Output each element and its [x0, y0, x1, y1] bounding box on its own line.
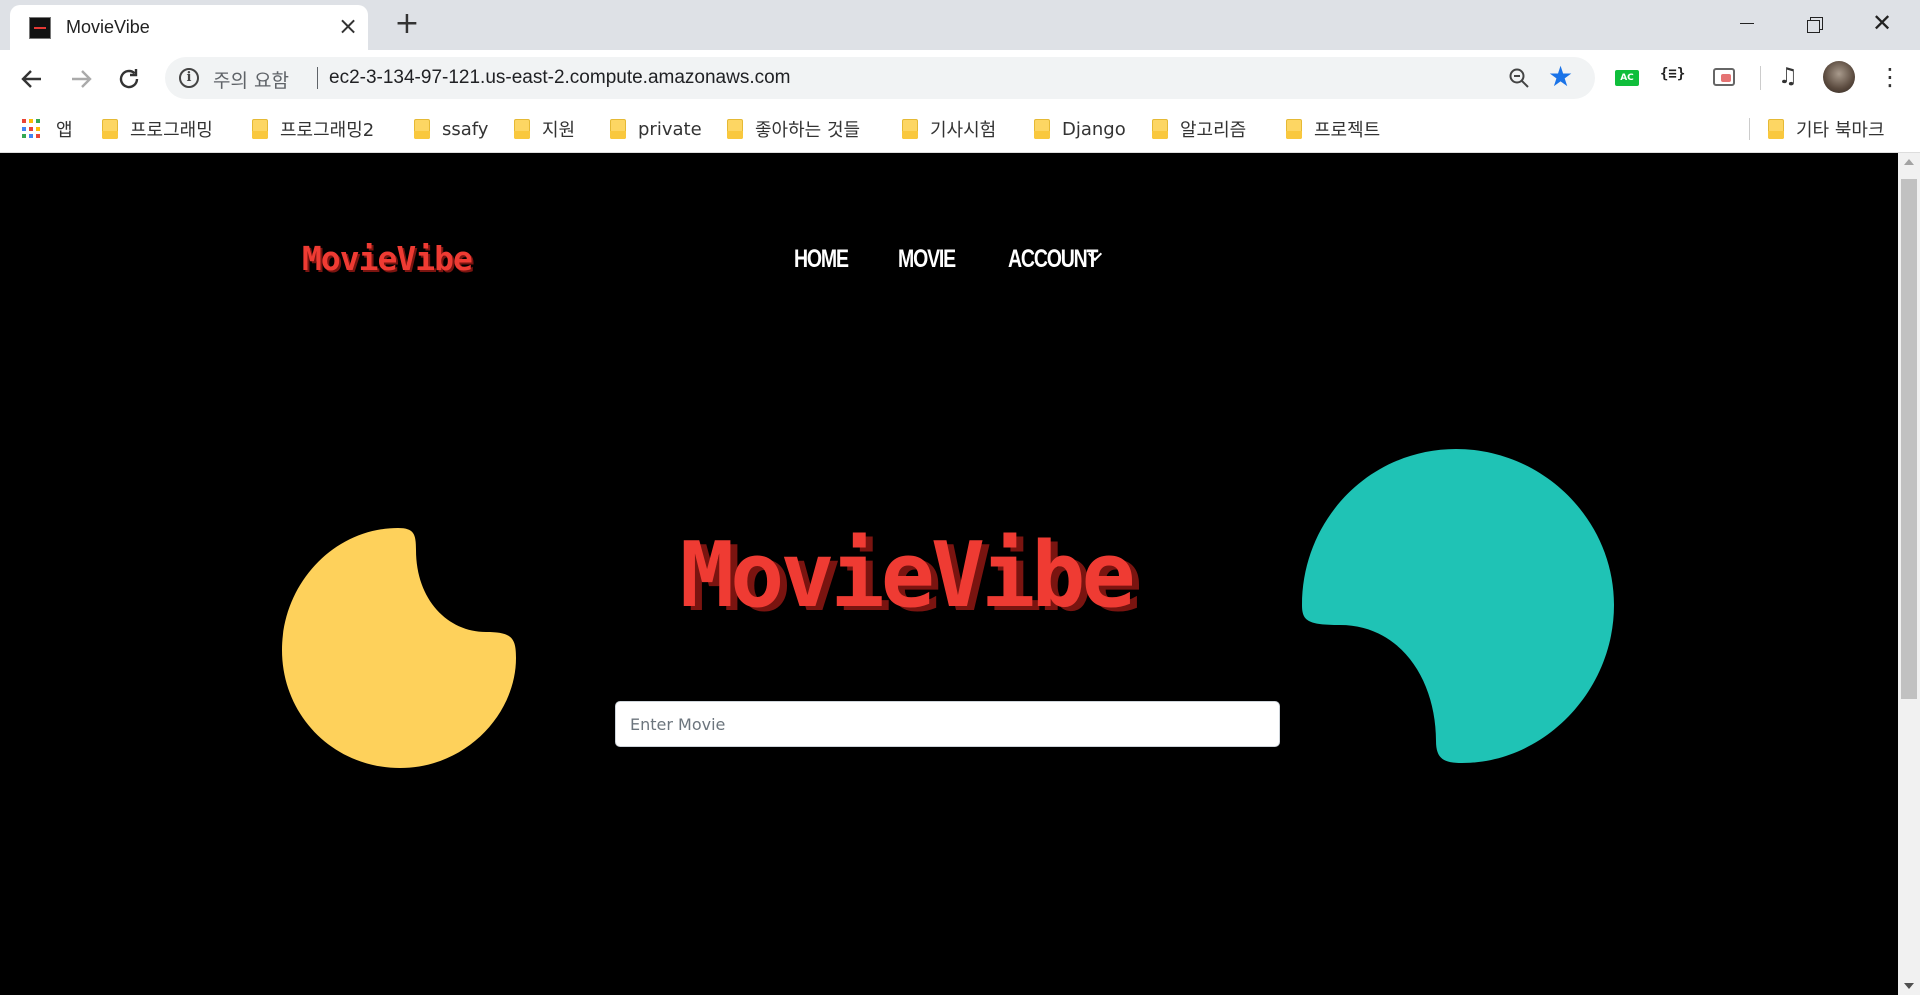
bookmark-folder[interactable]: private — [610, 114, 702, 144]
teal-blob-shape — [1302, 449, 1614, 763]
nav-movie-link[interactable]: MOVIE — [898, 245, 956, 274]
arrow-right-icon — [72, 70, 92, 88]
forward-button[interactable] — [64, 62, 98, 96]
folder-icon — [514, 119, 530, 139]
back-button[interactable] — [15, 62, 49, 96]
hero-title: MovieVibe — [680, 523, 1136, 628]
toolbar-divider — [1760, 66, 1761, 90]
bookmark-other[interactable]: 기타 북마크 — [1768, 114, 1885, 144]
bookmark-folder[interactable]: 기사시험 — [902, 114, 996, 144]
address-bar[interactable]: i 주의 요함 ec2-3-134-97-121.us-east-2.compu… — [165, 57, 1595, 99]
omnibox-divider — [317, 67, 318, 89]
bookmarks-divider — [1749, 118, 1750, 140]
bookmark-label: ssafy — [442, 118, 489, 140]
restore-window-button[interactable] — [1795, 6, 1835, 42]
close-tab-icon[interactable]: × — [336, 14, 360, 39]
media-control-icon[interactable]: ♫ — [1778, 64, 1798, 89]
yellow-blob-decoration — [282, 528, 516, 768]
page-viewport: MovieVibe HOME MOVIE ACCOUNT MovieVibe — [0, 153, 1898, 995]
nav-home-link[interactable]: HOME — [794, 245, 849, 274]
bookmark-folder[interactable]: 알고리즘 — [1152, 114, 1246, 144]
minimize-window-button[interactable] — [1727, 6, 1767, 42]
new-tab-button[interactable]: + — [390, 8, 424, 42]
scroll-up-arrow-icon[interactable] — [1904, 159, 1914, 165]
bookmark-folder[interactable]: ssafy — [414, 114, 488, 144]
bookmark-label: 앱 — [56, 120, 73, 141]
extension-ac-icon[interactable]: AC — [1615, 70, 1639, 86]
bookmark-label: 프로그래밍2 — [280, 120, 375, 141]
bookmark-folder[interactable]: 좋아하는 것들 — [727, 114, 860, 144]
folder-icon — [414, 119, 430, 139]
folder-icon — [1768, 119, 1784, 139]
yellow-blob-shape — [282, 528, 516, 768]
favicon-icon — [29, 17, 51, 39]
page-scrollbar[interactable] — [1898, 153, 1920, 995]
teal-blob-decoration — [1302, 449, 1614, 763]
reload-icon — [119, 69, 139, 89]
bookmarks-bar: 앱 프로그래밍 프로그래밍2 ssafy 지원 private 좋아하는 것들 … — [0, 106, 1920, 153]
tab-title: MovieVibe — [66, 17, 150, 37]
bookmark-label: 좋아하는 것들 — [755, 120, 861, 141]
bookmark-folder[interactable]: 프로그래밍2 — [252, 114, 374, 144]
folder-icon — [1034, 119, 1050, 139]
zoom-out-icon[interactable] — [1509, 68, 1529, 88]
bookmark-label: private — [638, 118, 702, 140]
browser-tab[interactable]: MovieVibe × — [10, 5, 368, 50]
scroll-down-arrow-icon[interactable] — [1904, 983, 1914, 989]
info-icon[interactable]: i — [179, 68, 199, 88]
avatar[interactable] — [1823, 61, 1855, 93]
star-icon[interactable]: ★ — [1548, 61, 1573, 93]
folder-icon — [1152, 119, 1168, 139]
reload-button[interactable] — [112, 62, 146, 96]
url-text[interactable]: ec2-3-134-97-121.us-east-2.compute.amazo… — [329, 67, 791, 89]
folder-icon — [102, 119, 118, 139]
folder-icon — [727, 119, 743, 139]
bookmark-label: 프로그래밍 — [130, 120, 213, 141]
extension-cast-icon[interactable] — [1713, 68, 1735, 86]
folder-icon — [252, 119, 268, 139]
apps-grid-icon — [22, 119, 42, 139]
bookmark-label: 지원 — [542, 120, 576, 141]
nav-account-dropdown[interactable]: ACCOUNT — [1008, 245, 1098, 274]
bookmark-label: Django — [1062, 118, 1126, 140]
bookmark-folder[interactable]: Django — [1034, 114, 1126, 144]
folder-icon — [610, 119, 626, 139]
bookmark-label: 기사시험 — [930, 120, 997, 141]
folder-icon — [1286, 119, 1302, 139]
bookmark-label: 프로젝트 — [1314, 120, 1381, 141]
security-label[interactable]: 주의 요함 — [213, 66, 289, 93]
bookmark-folder[interactable]: 프로그래밍 — [102, 114, 213, 144]
arrow-left-icon — [21, 70, 41, 88]
scroll-thumb[interactable] — [1901, 179, 1917, 699]
bookmark-folder[interactable]: 지원 — [514, 114, 575, 144]
tab-strip: MovieVibe × + ✕ — [0, 0, 1920, 50]
bookmark-apps[interactable]: 앱 — [22, 114, 73, 144]
bookmark-label: 알고리즘 — [1180, 120, 1247, 141]
bookmark-folder[interactable]: 프로젝트 — [1286, 114, 1380, 144]
close-window-button[interactable]: ✕ — [1862, 6, 1902, 42]
site-logo[interactable]: MovieVibe — [302, 239, 473, 278]
browser-toolbar: i 주의 요함 ec2-3-134-97-121.us-east-2.compu… — [0, 50, 1920, 106]
folder-icon — [902, 119, 918, 139]
movie-search-input[interactable] — [615, 701, 1280, 747]
extension-json-icon[interactable]: {≡} — [1660, 66, 1685, 82]
bookmark-label: 기타 북마크 — [1796, 120, 1885, 141]
kebab-menu-icon[interactable]: ⋮ — [1878, 62, 1902, 92]
